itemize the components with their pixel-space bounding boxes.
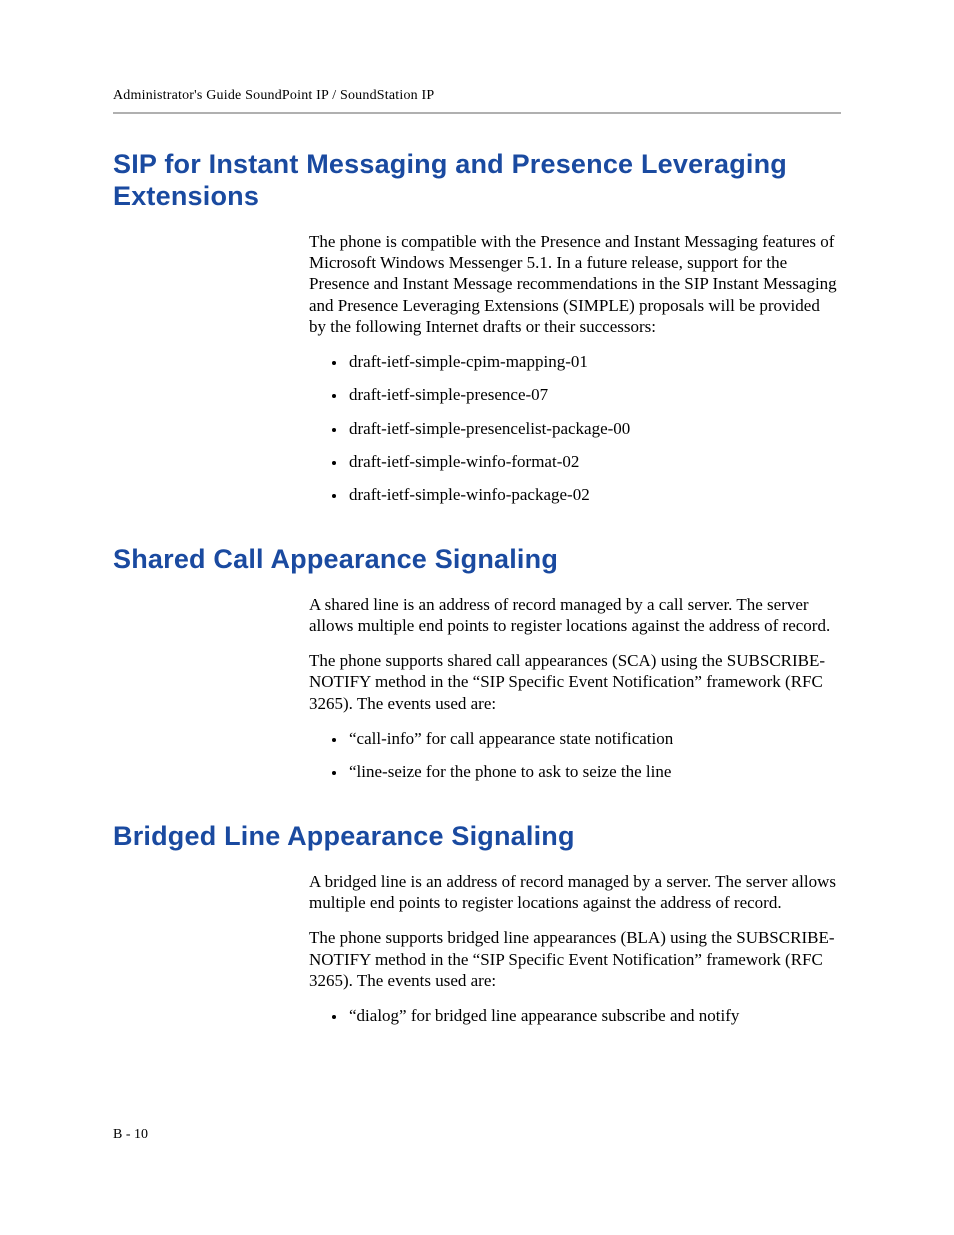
section-body-bla: A bridged line is an address of record m… bbox=[309, 871, 841, 1027]
paragraph: The phone supports shared call appearanc… bbox=[309, 650, 841, 714]
list-item: draft-ietf-simple-winfo-format-02 bbox=[347, 451, 841, 472]
section-body-sca: A shared line is an address of record ma… bbox=[309, 594, 841, 783]
paragraph: A shared line is an address of record ma… bbox=[309, 594, 841, 637]
running-head: Administrator's Guide SoundPoint IP / So… bbox=[113, 88, 841, 104]
section-title-bla: Bridged Line Appearance Signaling bbox=[113, 820, 841, 852]
section-gap bbox=[113, 796, 841, 820]
paragraph: A bridged line is an address of record m… bbox=[309, 871, 841, 914]
list-item: draft-ietf-simple-presence-07 bbox=[347, 384, 841, 405]
list-item: “line-seize for the phone to ask to seiz… bbox=[347, 761, 841, 782]
paragraph: The phone is compatible with the Presenc… bbox=[309, 231, 841, 337]
paragraph: The phone supports bridged line appearan… bbox=[309, 927, 841, 991]
list-item: draft-ietf-simple-presencelist-package-0… bbox=[347, 418, 841, 439]
section-body-sip-simple: The phone is compatible with the Presenc… bbox=[309, 231, 841, 506]
section-gap bbox=[113, 519, 841, 543]
list-item: “dialog” for bridged line appearance sub… bbox=[347, 1005, 841, 1026]
bulleted-list: “call-info” for call appearance state no… bbox=[309, 728, 841, 783]
header-rule bbox=[113, 112, 841, 114]
bulleted-list: “dialog” for bridged line appearance sub… bbox=[309, 1005, 841, 1026]
section-title-sca: Shared Call Appearance Signaling bbox=[113, 543, 841, 575]
page: Administrator's Guide SoundPoint IP / So… bbox=[0, 0, 954, 1235]
list-item: draft-ietf-simple-cpim-mapping-01 bbox=[347, 351, 841, 372]
list-item: draft-ietf-simple-winfo-package-02 bbox=[347, 484, 841, 505]
bulleted-list: draft-ietf-simple-cpim-mapping-01 draft-… bbox=[309, 351, 841, 505]
list-item: “call-info” for call appearance state no… bbox=[347, 728, 841, 749]
page-number: B - 10 bbox=[113, 1127, 148, 1143]
section-title-sip-simple: SIP for Instant Messaging and Presence L… bbox=[113, 148, 841, 213]
